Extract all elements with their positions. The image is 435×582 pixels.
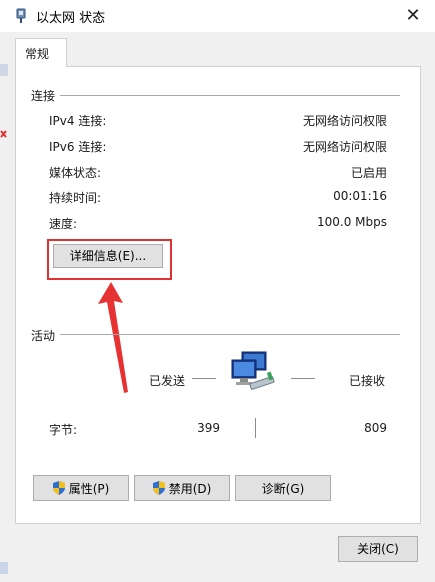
diagnose-button-label: 诊断(G) <box>261 481 305 496</box>
bytes-sent-value: 399 <box>197 421 220 435</box>
bytes-label: 字节: <box>49 423 78 437</box>
sent-label: 已发送 <box>149 374 186 388</box>
properties-button-label: 属性(P) <box>68 481 110 496</box>
diagnose-button[interactable]: 诊断(G) <box>235 475 331 501</box>
uac-shield-icon <box>52 481 65 495</box>
close-button[interactable]: 关闭(C) <box>338 536 418 562</box>
network-computers-icon <box>231 351 275 390</box>
close-button-label: 关闭(C) <box>357 542 399 556</box>
title-bar[interactable]: 以太网 状态 ✕ <box>0 0 435 32</box>
media-state-value: 已启用 <box>350 166 387 180</box>
duration-label: 持续时间: <box>49 191 102 205</box>
media-state-label: 媒体状态: <box>49 166 102 180</box>
ipv6-label: IPv6 连接: <box>49 140 107 154</box>
duration-value: 00:01:16 <box>333 189 387 203</box>
received-label: 已接收 <box>349 374 386 388</box>
tab-label: 常规 <box>25 47 50 61</box>
close-icon[interactable]: ✕ <box>398 2 428 30</box>
received-line <box>291 378 315 379</box>
highlight-box <box>47 239 172 280</box>
disable-button-label: 禁用(D) <box>168 481 212 496</box>
connection-group-separator <box>60 95 400 96</box>
annotation-arrow-icon <box>98 282 128 393</box>
speed-label: 速度: <box>49 217 78 231</box>
sent-line <box>192 378 216 379</box>
background-window-fragment <box>0 64 8 76</box>
ipv6-value: 无网络访问权限 <box>302 140 387 154</box>
window-title: 以太网 状态 <box>36 11 106 26</box>
activity-group-separator <box>60 334 400 335</box>
connection-group-label: 连接 <box>31 89 56 103</box>
speed-value: 100.0 Mbps <box>316 215 387 229</box>
tab-general[interactable]: 常规 <box>15 38 67 67</box>
network-adapter-icon <box>14 8 28 24</box>
bytes-divider <box>255 418 256 438</box>
activity-group-label: 活动 <box>31 329 56 343</box>
properties-button[interactable]: 属性(P) <box>33 475 129 501</box>
ipv4-value: 无网络访问权限 <box>302 114 387 128</box>
bytes-received-value: 809 <box>364 421 387 435</box>
ipv4-label: IPv4 连接: <box>49 114 107 128</box>
background-error-icon <box>0 128 8 142</box>
disable-button[interactable]: 禁用(D) <box>134 475 230 501</box>
background-window-fragment-bottom <box>0 562 8 574</box>
tab-panel <box>15 66 421 524</box>
uac-shield-icon <box>152 481 165 495</box>
